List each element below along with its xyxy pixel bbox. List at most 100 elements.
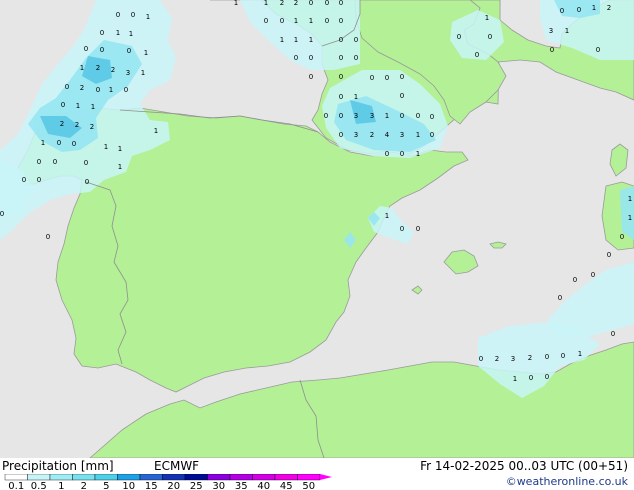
precip-value-label: 0 [550, 46, 554, 54]
precip-value-label: 0 [529, 374, 533, 382]
legend-label: 1 [58, 481, 64, 490]
legend-label: 0.1 [8, 481, 24, 490]
precip-value-label: 1 [592, 4, 596, 12]
precip-value-label: 0 [61, 101, 65, 109]
precip-value-label: 0 [545, 373, 549, 381]
precip-value-label: 0 [46, 233, 50, 241]
precip-value-label: 1 [129, 30, 133, 38]
precip-value-label: 1 [294, 36, 298, 44]
legend-label: 20 [167, 481, 180, 490]
legend-swatch [139, 474, 163, 481]
precip-value-label: 0 [400, 225, 404, 233]
legend-swatch [274, 474, 298, 481]
precip-value-label: 0 [57, 139, 61, 147]
precip-value-label: 0 [325, 0, 329, 7]
precip-value-label: 2 [495, 355, 499, 363]
legend-swatch [229, 474, 253, 481]
precip-value-label: 0 [84, 45, 88, 53]
precip-value-label: 0 [0, 210, 4, 218]
precip-value-label: 0 [479, 355, 483, 363]
precip-value-label: 0 [65, 83, 69, 91]
precip-value-label: 0 [400, 112, 404, 120]
precip-value-label: 2 [280, 0, 284, 7]
precip-value-label: 0 [294, 54, 298, 62]
precip-value-label: 0 [416, 112, 420, 120]
precip-value-label: 1 [146, 13, 150, 21]
precip-value-label: 2 [111, 66, 115, 74]
legend-swatch [94, 474, 118, 481]
precip-value-label: 1 [118, 145, 122, 153]
precip-value-label: 0 [416, 225, 420, 233]
legend-swatch [49, 474, 73, 481]
precip-value-label: 0 [339, 131, 343, 139]
precip-value-label: 0 [339, 93, 343, 101]
precip-value-label: 1 [485, 14, 489, 22]
precip-value-label: 0 [37, 176, 41, 184]
precip-value-label: 3 [400, 131, 404, 139]
precip-value-label: 1 [118, 163, 122, 171]
legend-label: 30 [212, 481, 225, 490]
legend-label: 0.5 [31, 481, 47, 490]
precip-value-label: 0 [309, 0, 313, 7]
precip-value-label: 0 [475, 51, 479, 59]
precip-value-label: 1 [416, 150, 420, 158]
precip-value-label: 1 [513, 375, 517, 383]
precip-value-label: 0 [607, 251, 611, 259]
precip-value-label: 0 [127, 47, 131, 55]
precip-value-label: 3 [354, 131, 358, 139]
precip-value-label: 0 [339, 17, 343, 25]
legend-label: 40 [257, 481, 270, 490]
precip-value-label: 0 [339, 0, 343, 7]
precip-value-label: 0 [430, 113, 434, 121]
precip-value-label: 0 [560, 7, 564, 15]
legend-label: 10 [122, 481, 135, 490]
precip-value-label: 0 [339, 112, 343, 120]
legend-label: 2 [81, 481, 87, 490]
legend-swatch [4, 474, 28, 481]
precipitation-map: 0 0 1 0 1 1 0 0 0 1 1 2 2 3 1 0 2 0 1 0 0 1 1 2 2 2 1 1 0 0 1 1 0 0 0 1 0 0 0 0… [0, 0, 634, 458]
precip-value-label: 3 [126, 69, 130, 77]
precip-value-label: 0 [72, 140, 76, 148]
precip-value-label: 1 [41, 139, 45, 147]
precip-value-label: 0 [116, 11, 120, 19]
precip-value-label: 0 [339, 36, 343, 44]
precip-value-label: 0 [370, 74, 374, 82]
precipitation-legend: 0.1 0.5 1 2 5 10 15 20 25 30 35 40 45 50 [4, 474, 332, 490]
precip-value-label: 0 [591, 271, 595, 279]
precip-value-label: 0 [400, 92, 404, 100]
precip-value-label: 1 [264, 0, 268, 7]
precip-value-label: 0 [325, 17, 329, 25]
legend-label: 50 [302, 481, 315, 490]
precip-value-label: 0 [37, 158, 41, 166]
precip-value-label: 4 [385, 131, 390, 139]
legend-label: 35 [235, 481, 248, 490]
map-footer: Precipitation [mm] ECMWF Fr 14-02-2025 0… [0, 458, 634, 490]
precip-value-label: 0 [385, 150, 389, 158]
map-title: Precipitation [mm] [2, 459, 114, 473]
precip-value-label: 3 [549, 27, 553, 35]
precip-value-label: 1 [385, 212, 389, 220]
precip-value-label: 1 [109, 86, 113, 94]
precip-value-label: 1 [294, 17, 298, 25]
precip-value-label: 2 [607, 4, 611, 12]
legend-label: 25 [190, 481, 203, 490]
precip-value-label: 0 [96, 86, 100, 94]
precip-value-label: 0 [85, 178, 89, 186]
legend-swatch [252, 474, 276, 481]
precip-value-label: 0 [339, 54, 343, 62]
credit-link[interactable]: ©weatheronline.co.uk [506, 475, 628, 488]
precip-value-label: 2 [528, 354, 532, 362]
legend-label: 5 [103, 481, 109, 490]
precip-value-label: 0 [354, 54, 358, 62]
precip-value-label: 1 [80, 64, 84, 72]
precip-value-label: 1 [628, 214, 632, 222]
precip-value-label: 1 [144, 49, 148, 57]
precip-value-label: 0 [385, 74, 389, 82]
precip-value-label: 0 [280, 17, 284, 25]
precip-value-label: 1 [234, 0, 238, 7]
model-name: ECMWF [154, 459, 200, 473]
legend-swatch [297, 474, 321, 481]
precip-value-label: 0 [84, 159, 88, 167]
precip-value-label: 0 [596, 46, 600, 54]
precip-value-label: 2 [96, 64, 100, 72]
